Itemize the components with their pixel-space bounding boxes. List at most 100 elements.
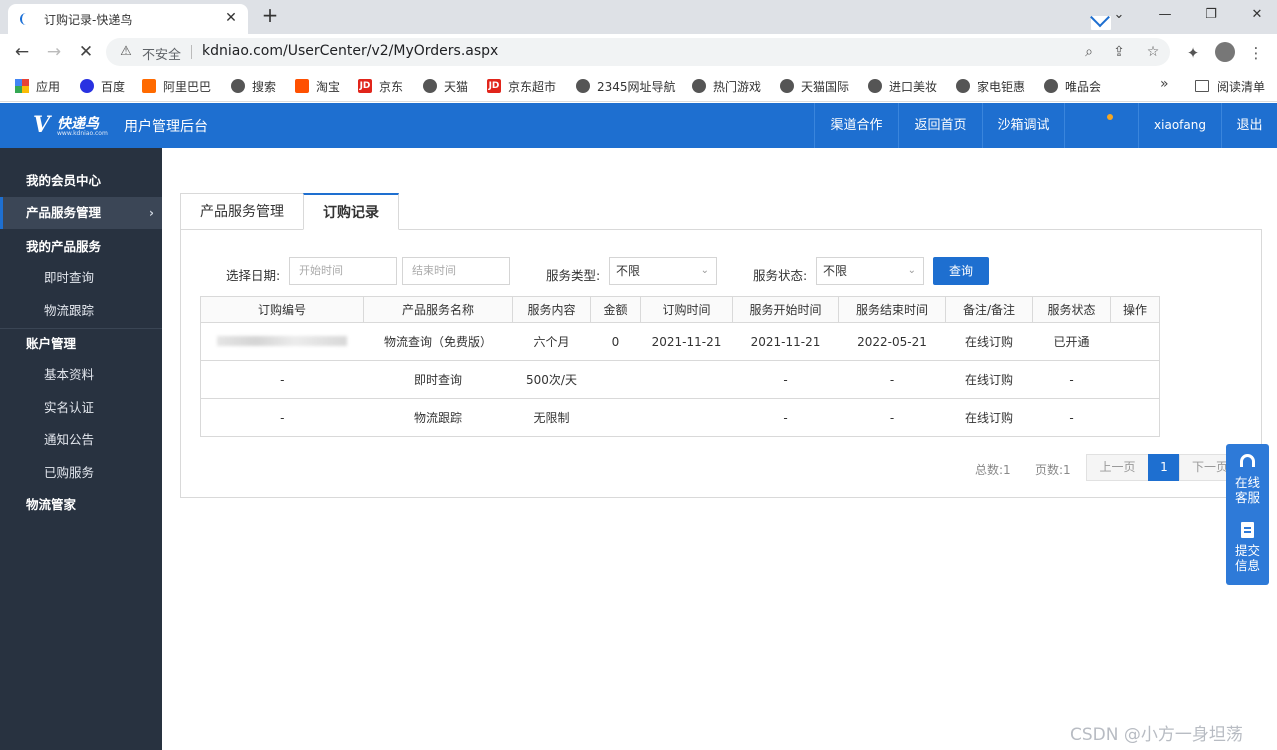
- globe-icon: [1044, 79, 1058, 93]
- extensions-icon[interactable]: ✦: [1182, 42, 1204, 64]
- order-records-panel: 选择日期: 开始时间 结束时间 服务类型: 不限 ⌄ 服务状态: 不限 ⌄ 查询…: [180, 229, 1262, 498]
- bookmark-label: 京东超市: [508, 79, 557, 94]
- taobao-icon: [295, 79, 309, 93]
- back-icon[interactable]: ←: [10, 41, 34, 63]
- bookmark-tmall-global[interactable]: 天猫国际: [780, 76, 849, 96]
- headset-icon: [1240, 454, 1255, 467]
- bookmark-label: 百度: [101, 79, 126, 94]
- new-tab-icon[interactable]: +: [259, 5, 281, 27]
- bookmark-label: 天猫: [444, 79, 469, 94]
- tab-order-records[interactable]: 订购记录: [303, 193, 399, 230]
- bookmark-beauty[interactable]: 进口美妆: [868, 76, 937, 96]
- service-type-select[interactable]: 不限 ⌄: [609, 257, 717, 285]
- bookmark-jd[interactable]: JD 京东: [358, 76, 403, 96]
- jd-icon: JD: [358, 79, 372, 93]
- redacted-order-id: [217, 335, 348, 346]
- sidebar-item-my-products[interactable]: 我的产品服务: [0, 231, 162, 263]
- table-header-row: 订购编号 产品服务名称 服务内容 金额 订购时间 服务开始时间 服务结束时间 备…: [200, 296, 1160, 323]
- table-cell: 2021-11-21: [640, 322, 733, 361]
- browser-menu-icon[interactable]: ⋮: [1245, 42, 1267, 64]
- bookmark-tmall[interactable]: 天猫: [423, 76, 468, 96]
- column-header: 操作: [1110, 296, 1160, 323]
- bookmark-search[interactable]: 搜索: [231, 76, 276, 96]
- bookmark-games[interactable]: 热门游戏: [692, 76, 761, 96]
- share-icon[interactable]: ⇪: [1110, 43, 1128, 61]
- restore-icon[interactable]: ❐: [1197, 4, 1225, 26]
- logo-mark-icon: V: [33, 112, 51, 138]
- kdniao-logo[interactable]: V 快递鸟 www.kdniao.com: [33, 112, 113, 138]
- forward-icon[interactable]: →: [42, 41, 66, 63]
- sidebar-item-basic-info[interactable]: 基本资料: [0, 359, 162, 391]
- table-cell: [590, 360, 641, 399]
- bookmark-appliances[interactable]: 家电钜惠: [956, 76, 1025, 96]
- sidebar-item-logistics-tracking[interactable]: 物流跟踪: [0, 295, 162, 327]
- more-bookmarks-icon[interactable]: »: [1160, 76, 1169, 92]
- end-date-input[interactable]: 结束时间: [402, 257, 510, 285]
- bookmark-vip[interactable]: 唯品会: [1044, 76, 1101, 96]
- bookmark-apps[interactable]: 应用: [15, 76, 60, 96]
- minimize-icon[interactable]: —: [1151, 4, 1179, 26]
- nav-sandbox[interactable]: 沙箱调试: [982, 103, 1064, 148]
- sidebar-item-real-name[interactable]: 实名认证: [0, 392, 162, 424]
- table-cell: -: [838, 398, 946, 437]
- bookmark-baidu[interactable]: 百度: [80, 76, 125, 96]
- pager-pages: 页数:1: [1035, 463, 1071, 477]
- query-button[interactable]: 查询: [933, 257, 989, 285]
- browser-tab[interactable]: 订购记录-快递鸟 ✕: [8, 4, 248, 34]
- page-1-button[interactable]: 1: [1148, 454, 1180, 481]
- table-cell: -: [200, 360, 364, 399]
- sidebar-item-label: 产品服务管理: [26, 205, 102, 220]
- table-cell: 物流跟踪: [363, 398, 513, 437]
- start-date-input[interactable]: 开始时间: [289, 257, 397, 285]
- online-service-button[interactable]: 在线 客服: [1226, 475, 1269, 505]
- sidebar-item-member-center[interactable]: 我的会员中心: [0, 165, 162, 197]
- sidebar-item-instant-query[interactable]: 即时查询: [0, 262, 162, 294]
- nav-username[interactable]: xiaofang: [1138, 103, 1221, 148]
- logout-button[interactable]: 退出: [1221, 103, 1277, 148]
- table-cell: [640, 360, 733, 399]
- bookmark-alibaba[interactable]: 阿里巴巴: [142, 76, 211, 96]
- nav-messages[interactable]: [1064, 103, 1138, 148]
- insecure-label[interactable]: 不安全: [142, 44, 181, 63]
- zoom-icon[interactable]: ⌕: [1080, 43, 1098, 61]
- tab-product-service-mgmt[interactable]: 产品服务管理: [180, 193, 304, 230]
- bookmark-label: 2345网址导航: [597, 79, 676, 94]
- table-cell: -: [732, 398, 839, 437]
- bookmark-label: 唯品会: [1065, 79, 1102, 94]
- reading-list[interactable]: 阅读清单: [1195, 76, 1265, 96]
- submit-info-button[interactable]: 提交 信息: [1226, 543, 1269, 573]
- bookmark-jd-supermarket[interactable]: JD 京东超市: [487, 76, 556, 96]
- prev-page-button[interactable]: 上一页: [1086, 454, 1149, 481]
- close-tab-icon[interactable]: ✕: [222, 9, 240, 27]
- nav-channel-partner[interactable]: 渠道合作: [814, 103, 898, 148]
- bookmark-label: 阿里巴巴: [163, 79, 212, 94]
- nav-home[interactable]: 返回首页: [898, 103, 982, 148]
- sidebar-item-account-mgmt[interactable]: 账户管理: [0, 328, 162, 360]
- mail-icon[interactable]: [1091, 16, 1111, 30]
- column-header: 订购时间: [640, 296, 733, 323]
- globe-icon: [956, 79, 970, 93]
- bookmark-star-icon[interactable]: ☆: [1144, 43, 1162, 61]
- table-cell: 物流查询（免费版）: [363, 322, 513, 361]
- service-status-select[interactable]: 不限 ⌄: [816, 257, 924, 285]
- order-id-cell: [200, 322, 364, 361]
- close-window-icon[interactable]: ✕: [1243, 4, 1271, 26]
- table-cell: 即时查询: [363, 360, 513, 399]
- browser-tab-strip: 订购记录-快递鸟 ✕ + ⌄ — ❐ ✕: [0, 0, 1277, 34]
- sidebar-item-product-service-mgmt[interactable]: 产品服务管理 ›: [0, 197, 162, 229]
- profile-avatar[interactable]: [1215, 42, 1235, 62]
- table-cell: 0: [590, 322, 641, 361]
- stop-loading-icon[interactable]: ✕: [74, 41, 98, 63]
- url-text[interactable]: kdniao.com/UserCenter/v2/MyOrders.aspx: [202, 43, 498, 59]
- bookmark-2345[interactable]: 2345网址导航: [576, 76, 676, 96]
- service-status-value: 不限: [823, 264, 848, 278]
- table-cell: 2022-05-21: [838, 322, 946, 361]
- omnibox[interactable]: ⚠ 不安全 kdniao.com/UserCenter/v2/MyOrders.…: [106, 38, 1170, 66]
- bookmark-label: 搜索: [252, 79, 277, 94]
- warning-icon[interactable]: ⚠: [118, 44, 134, 60]
- globe-icon: [780, 79, 794, 93]
- bookmark-taobao[interactable]: 淘宝: [295, 76, 340, 96]
- sidebar-item-notices[interactable]: 通知公告: [0, 424, 162, 456]
- sidebar-item-purchased[interactable]: 已购服务: [0, 457, 162, 489]
- sidebar-item-logistics-butler[interactable]: 物流管家: [0, 489, 162, 521]
